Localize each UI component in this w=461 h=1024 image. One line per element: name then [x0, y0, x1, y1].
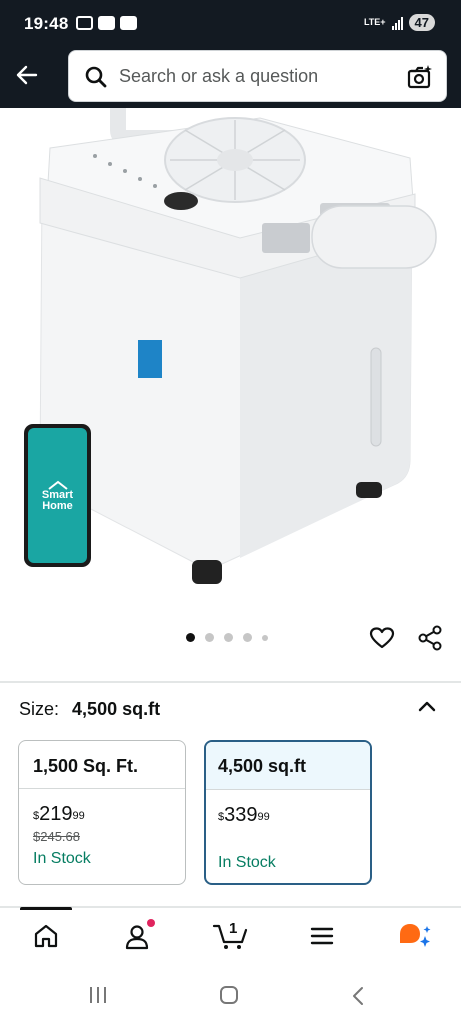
carousel-dot[interactable] — [262, 634, 268, 641]
status-time: 19:48 — [24, 14, 69, 33]
home-icon — [34, 924, 58, 948]
rufus-icon — [400, 924, 431, 947]
nav-menu[interactable] — [308, 922, 336, 955]
status-bar: 19:48 LTE+ 47 — [0, 0, 461, 50]
share-button[interactable] — [416, 624, 444, 657]
product-image[interactable]: Smart Home — [0, 108, 461, 610]
screenshot-icon — [76, 16, 93, 30]
back-button[interactable] — [12, 60, 42, 90]
option-stock-status: In Stock — [33, 850, 91, 867]
youtube-icon — [120, 16, 137, 30]
mail-icon — [98, 16, 115, 30]
system-back-button[interactable] — [350, 985, 366, 1012]
option-price: $33999 — [218, 804, 270, 826]
menu-icon — [310, 927, 334, 945]
chevron-up-icon — [418, 701, 436, 712]
back-arrow-icon — [16, 65, 38, 85]
nav-rufus-assistant[interactable] — [398, 922, 432, 957]
smart-home-phone-graphic: Smart Home — [24, 424, 91, 567]
option-price: $21999 — [33, 803, 85, 825]
network-type: LTE+ — [363, 17, 386, 27]
carousel-dot[interactable] — [186, 633, 195, 642]
camera-search-icon[interactable] — [406, 63, 434, 91]
share-icon — [418, 625, 442, 651]
search-placeholder: Search or ask a question — [119, 66, 319, 86]
nav-home[interactable] — [32, 922, 60, 955]
bottom-navigation: 1 — [0, 910, 461, 965]
carousel-dot[interactable] — [243, 633, 252, 642]
option-stock-status: In Stock — [218, 854, 276, 871]
nav-account[interactable] — [122, 919, 155, 957]
recents-button[interactable] — [90, 987, 106, 1003]
home-icon-graphic — [47, 480, 68, 490]
nav-cart[interactable]: 1 — [212, 920, 248, 957]
notification-icons — [76, 16, 137, 30]
account-icon — [125, 925, 149, 950]
size-option-name: 4,500 sq.ft — [206, 742, 370, 790]
battery-indicator: 47 — [408, 14, 435, 31]
wishlist-button[interactable] — [368, 624, 396, 657]
smart-home-label: Smart Home — [41, 488, 74, 512]
status-right: LTE+ 47 — [364, 14, 435, 31]
system-home-button[interactable] — [220, 986, 238, 1004]
notification-badge — [147, 919, 155, 927]
size-option-1500[interactable]: 1,500 Sq. Ft. $21999 $245.68 In Stock — [18, 740, 186, 885]
carousel-dot[interactable] — [224, 633, 233, 642]
search-header: Search or ask a question — [0, 50, 461, 108]
size-selector-header: Size: 4,500 sq.ft — [19, 699, 160, 720]
carousel-dot[interactable] — [205, 633, 214, 642]
signal-icon — [391, 16, 403, 30]
size-label: Size: — [19, 699, 60, 719]
image-carousel-dots — [186, 633, 268, 642]
size-selected-value: 4,500 sq.ft — [72, 699, 161, 719]
size-option-name: 1,500 Sq. Ft. — [19, 741, 185, 789]
option-list-price: $245.68 — [33, 829, 80, 844]
section-divider — [0, 681, 461, 683]
size-option-4500[interactable]: 4,500 sq.ft $33999 In Stock — [204, 740, 372, 885]
system-navigation-bar — [0, 965, 461, 1024]
collapse-size-button[interactable] — [416, 696, 438, 723]
cart-count: 1 — [229, 920, 238, 937]
search-input[interactable]: Search or ask a question — [68, 50, 447, 102]
heart-icon — [369, 627, 395, 649]
search-icon — [85, 66, 107, 88]
chevron-left-icon — [353, 987, 363, 1005]
